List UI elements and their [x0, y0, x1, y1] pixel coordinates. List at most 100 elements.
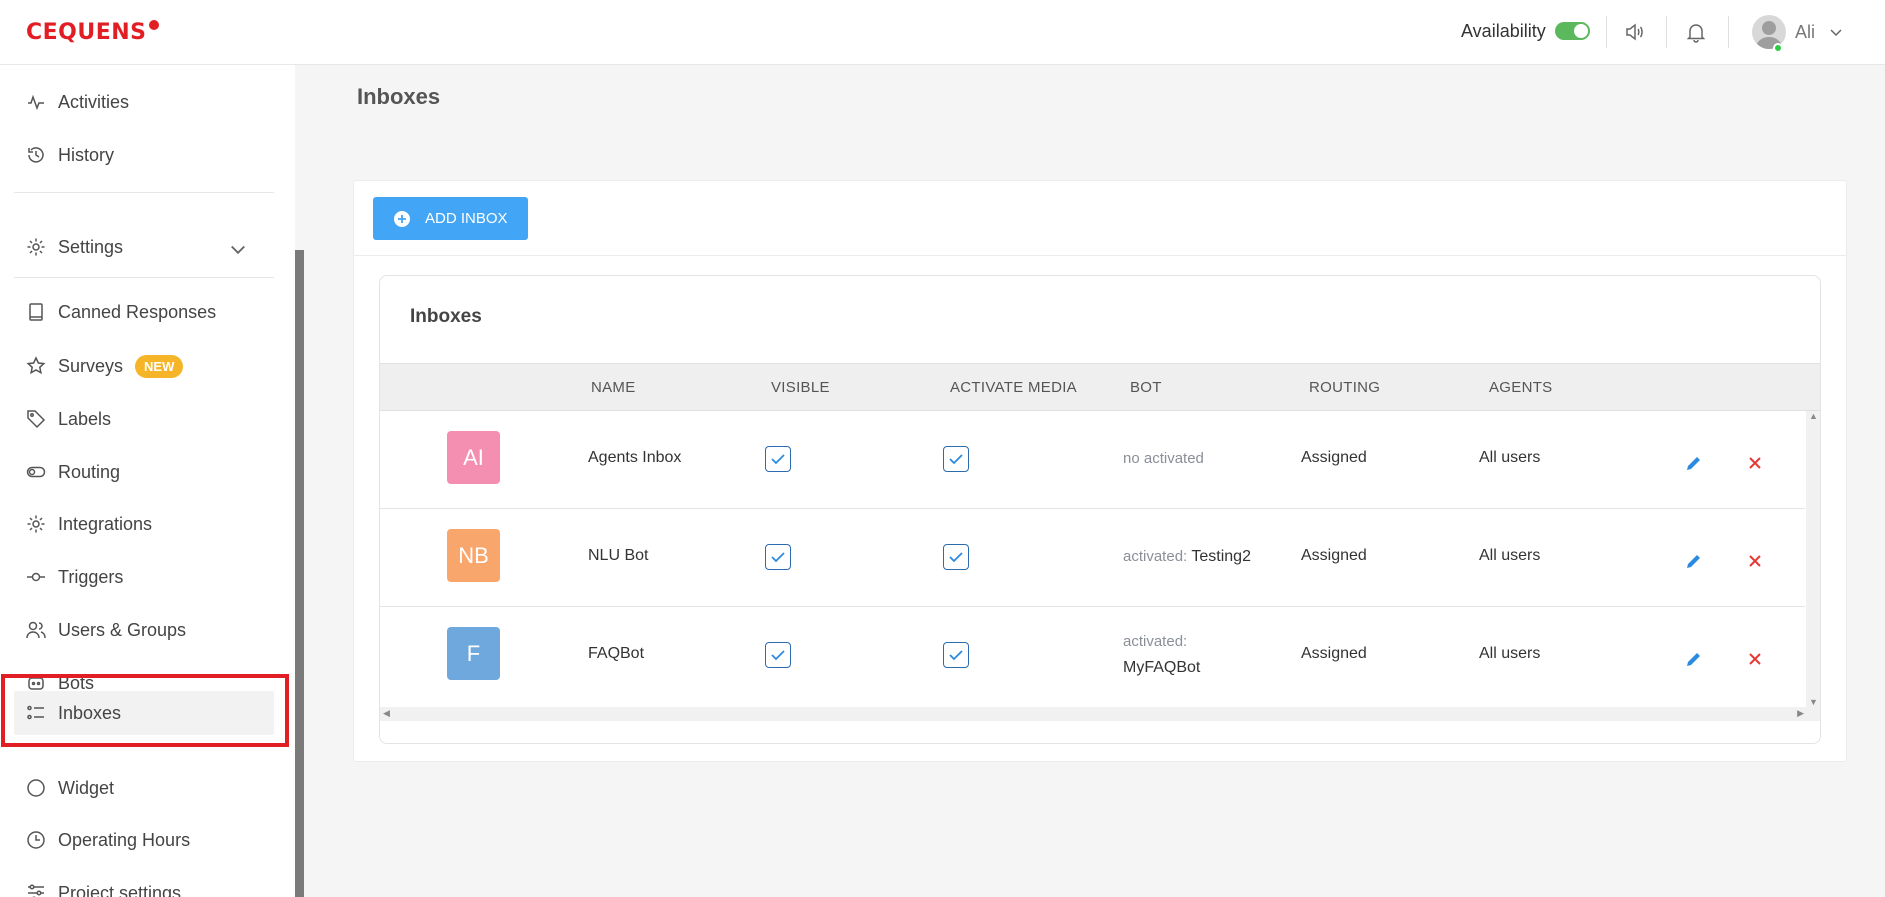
- sidebar-item-routing[interactable]: Routing: [14, 450, 274, 494]
- scroll-right-icon[interactable]: ▶: [1797, 708, 1804, 719]
- gear-icon: [27, 238, 45, 256]
- toggle-icon: [26, 466, 46, 478]
- sidebar-item-users-groups[interactable]: Users & Groups: [14, 608, 274, 652]
- inbox-avatar: NB: [447, 529, 500, 582]
- edit-icon[interactable]: [1684, 551, 1704, 571]
- book-icon: [29, 303, 43, 321]
- scroll-up-icon[interactable]: ▲: [1809, 411, 1818, 421]
- bot-name: Testing2: [1191, 548, 1251, 565]
- sidebar-item-project-settings[interactable]: Project settings: [14, 871, 274, 897]
- sidebar-item-label: Routing: [58, 461, 121, 482]
- tag-icon: [27, 410, 46, 429]
- inbox-name: Agents Inbox: [588, 449, 682, 466]
- sidebar-item-label: Users & Groups: [58, 619, 187, 640]
- sidebar-scrollbar[interactable]: [295, 250, 304, 897]
- delete-icon[interactable]: [1745, 453, 1765, 473]
- sidebar-item-label: Surveys: [58, 355, 124, 376]
- circle-icon: [27, 779, 45, 797]
- sidebar-item-labels[interactable]: Labels: [14, 397, 274, 441]
- inbox-avatar: AI: [447, 431, 500, 484]
- table-row: AI Agents Inbox no activated Assigned Al…: [380, 411, 1805, 509]
- user-name[interactable]: Ali: [1795, 22, 1815, 43]
- routing-value: Assigned: [1301, 449, 1367, 466]
- users-icon: [26, 621, 46, 639]
- sidebar-item-widget[interactable]: Widget: [14, 766, 274, 810]
- sidebar-item-label: Activities: [58, 91, 130, 112]
- column-header-activate-media: ACTIVATE MEDIA: [950, 379, 1077, 396]
- agents-value: All users: [1479, 449, 1541, 466]
- activity-icon: [28, 94, 44, 111]
- delete-icon[interactable]: [1745, 649, 1765, 669]
- agents-value: All users: [1479, 645, 1541, 662]
- card-toolbar: ADD INBOX: [354, 181, 1846, 256]
- online-status-dot: [1773, 43, 1783, 53]
- sidebar-item-surveys[interactable]: Surveys NEW: [14, 344, 274, 388]
- clock-icon: [27, 831, 45, 849]
- sliders-icon: [28, 884, 44, 897]
- activate-media-checkbox[interactable]: [943, 642, 969, 668]
- edit-icon[interactable]: [1684, 649, 1704, 669]
- speaker-icon[interactable]: [1623, 20, 1647, 44]
- sidebar-item-integrations[interactable]: Integrations: [14, 502, 274, 546]
- table-header: NAME VISIBLE ACTIVATE MEDIA BOT ROUTING …: [380, 363, 1820, 411]
- inboxes-table-panel: Inboxes NAME VISIBLE ACTIVATE MEDIA BOT …: [379, 275, 1821, 744]
- sidebar-item-operating-hours[interactable]: Operating Hours: [14, 818, 274, 862]
- bot-status: activated:: [1123, 633, 1188, 650]
- header-divider: [1728, 16, 1729, 48]
- page-title: Inboxes: [357, 84, 441, 109]
- sidebar-divider: [14, 277, 274, 278]
- inbox-name: NLU Bot: [588, 547, 649, 564]
- edit-icon[interactable]: [1684, 453, 1704, 473]
- sidebar-item-label: Integrations: [58, 513, 153, 534]
- column-header-name: NAME: [591, 379, 636, 396]
- sidebar-item-label: Widget: [58, 777, 115, 798]
- add-inbox-button[interactable]: ADD INBOX: [373, 197, 528, 240]
- visible-checkbox[interactable]: [765, 446, 791, 472]
- sidebar-item-label: History: [58, 144, 115, 165]
- sidebar-item-label: Triggers: [58, 566, 124, 587]
- routing-value: Assigned: [1301, 645, 1367, 662]
- scroll-left-icon[interactable]: ◀: [383, 708, 390, 719]
- visible-checkbox[interactable]: [765, 544, 791, 570]
- check-icon: [949, 552, 963, 563]
- sidebar-item-canned-responses[interactable]: Canned Responses: [14, 290, 274, 334]
- sidebar-item-label: Canned Responses: [58, 301, 217, 322]
- sidebar-item-history[interactable]: History: [14, 133, 274, 177]
- check-icon: [771, 454, 785, 465]
- header-divider: [1606, 16, 1607, 48]
- activate-media-checkbox[interactable]: [943, 544, 969, 570]
- chevron-down-icon: [231, 245, 245, 255]
- table-row: NB NLU Bot activated: Testing2 Assigned …: [380, 509, 1805, 607]
- sidebar-item-activities[interactable]: Activities: [14, 80, 274, 124]
- check-icon: [949, 650, 963, 661]
- activate-media-checkbox[interactable]: [943, 446, 969, 472]
- sidebar: Activities History Settings Canned Respo…: [0, 65, 295, 897]
- column-header-visible: VISIBLE: [771, 379, 830, 396]
- bot-status: no activated: [1123, 450, 1204, 467]
- header-divider: [1666, 16, 1667, 48]
- availability-toggle[interactable]: [1555, 22, 1590, 40]
- scroll-down-icon[interactable]: ▼: [1809, 697, 1818, 707]
- column-header-routing: ROUTING: [1309, 379, 1381, 396]
- sidebar-item-settings[interactable]: Settings: [14, 225, 274, 269]
- cequens-logo[interactable]: CEQUENS: [26, 20, 159, 45]
- sidebar-item-triggers[interactable]: Triggers: [14, 555, 274, 599]
- check-icon: [771, 650, 785, 661]
- highlight-box: [1, 674, 289, 747]
- delete-icon[interactable]: [1745, 551, 1765, 571]
- table-horizontal-scrollbar[interactable]: ◀ ▶: [380, 707, 1820, 721]
- visible-checkbox[interactable]: [765, 642, 791, 668]
- check-icon: [949, 454, 963, 465]
- column-header-bot: BOT: [1130, 379, 1162, 396]
- table-vertical-scrollbar[interactable]: ▲ ▼: [1806, 411, 1820, 707]
- bell-icon[interactable]: [1684, 20, 1708, 44]
- star-icon: [26, 356, 46, 375]
- plus-circle-icon: [394, 210, 410, 227]
- routing-value: Assigned: [1301, 547, 1367, 564]
- section-title: Inboxes: [410, 306, 482, 327]
- chevron-down-icon[interactable]: [1828, 24, 1844, 40]
- check-icon: [771, 552, 785, 563]
- gear-icon: [27, 515, 45, 533]
- availability-label: Availability: [1461, 21, 1546, 41]
- inbox-avatar: F: [447, 627, 500, 680]
